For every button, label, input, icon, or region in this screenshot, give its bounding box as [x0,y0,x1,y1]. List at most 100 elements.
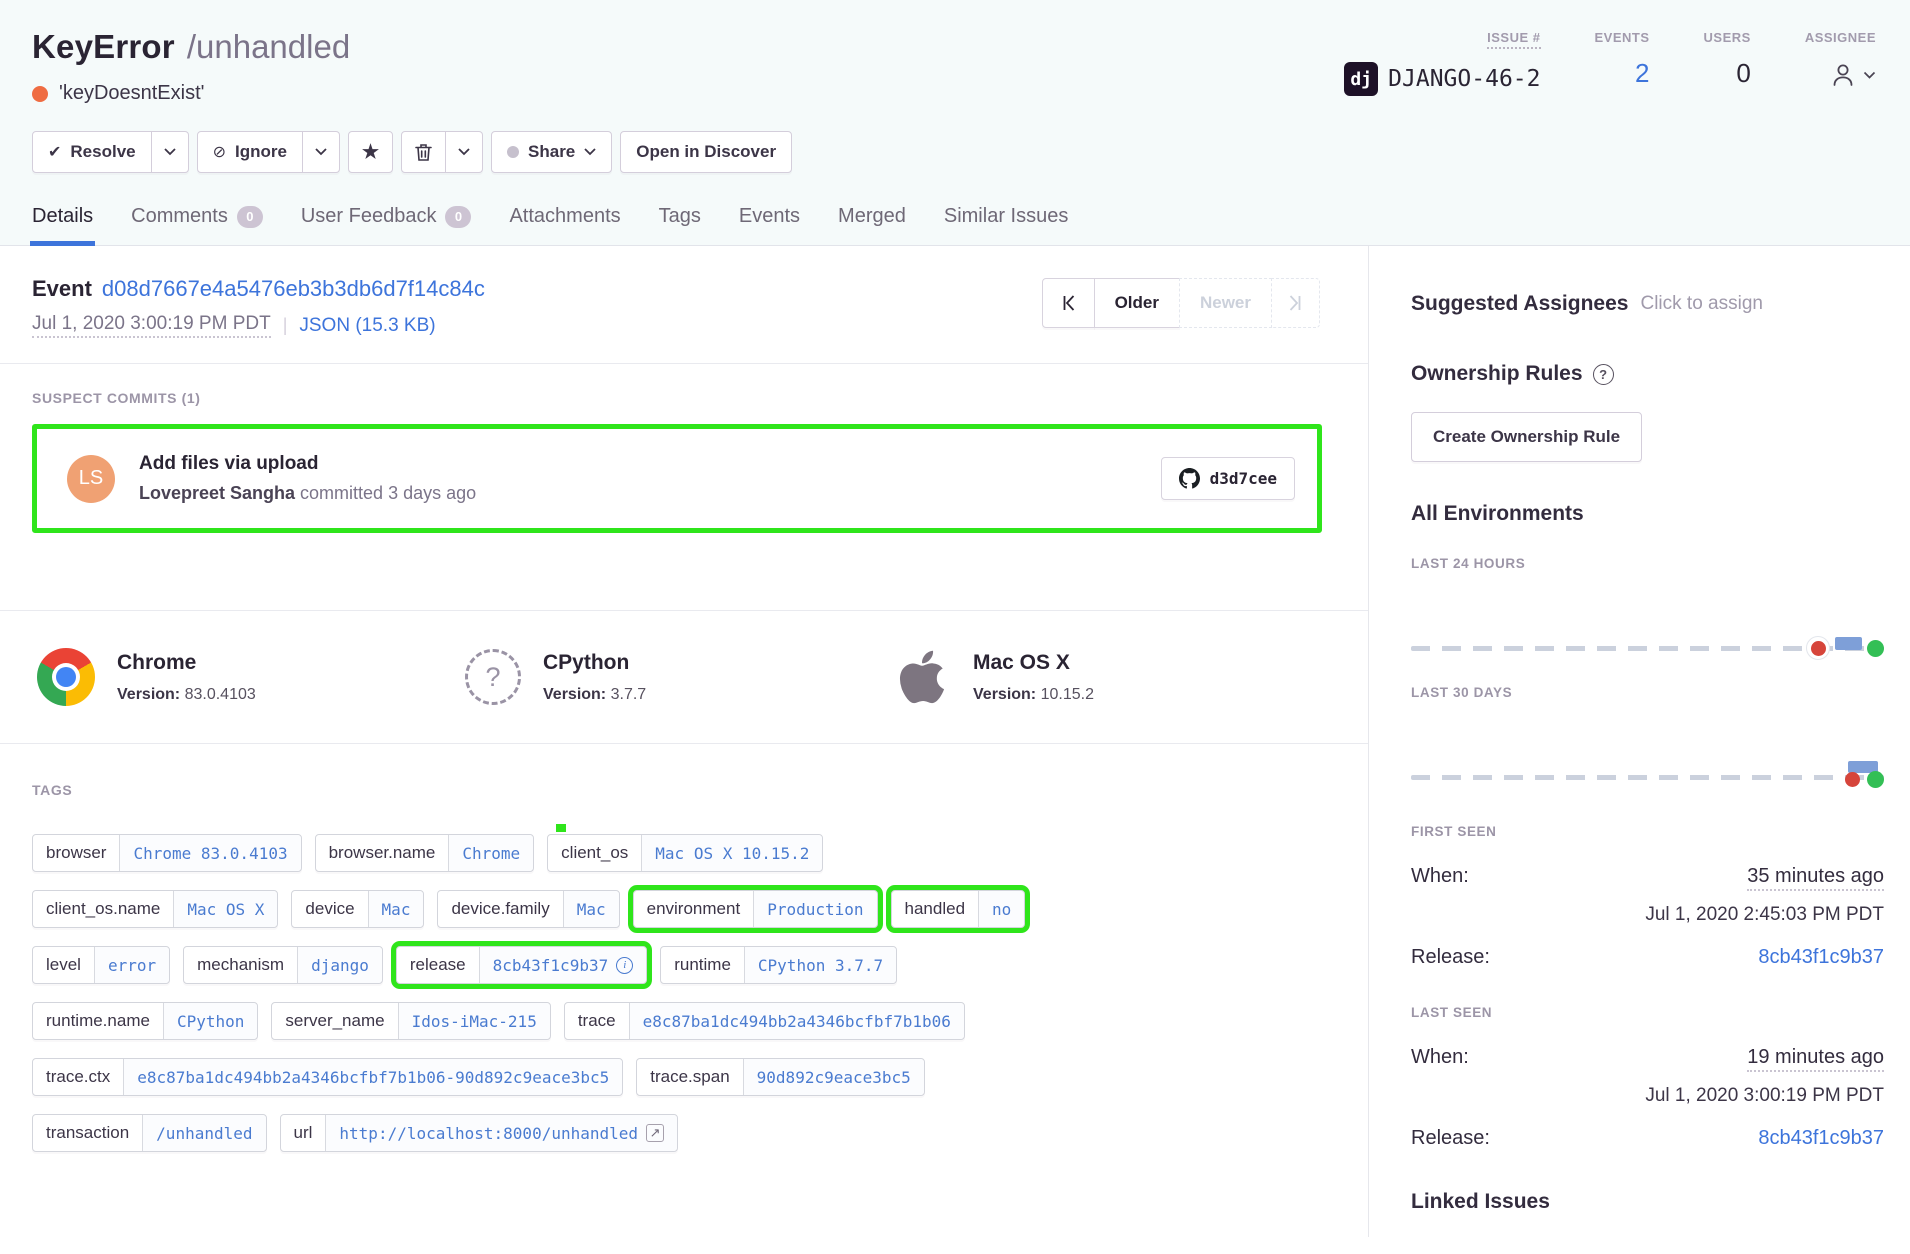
open-in-discover-button[interactable]: Open in Discover [620,131,792,173]
skip-to-latest-button[interactable] [1271,278,1320,328]
last-30-days-sparkline[interactable] [1411,708,1884,788]
external-link-icon[interactable]: ↗ [646,1124,664,1142]
tab-user-feedback[interactable]: User Feedback 0 [301,205,472,245]
tag-browser: browser Chrome 83.0.4103 [32,834,302,872]
context-name: CPython [543,651,646,675]
tab-similar-issues[interactable]: Similar Issues [944,205,1068,245]
tag-device: device Mac [291,890,424,928]
release-marker-green-dot [1867,640,1884,657]
tab-attachments[interactable]: Attachments [509,205,620,245]
users-count[interactable]: 0 [1736,58,1750,89]
stat-assignee: ASSIGNEE [1805,30,1876,96]
tag-client-os-name: client_os.name Mac OS X [32,890,278,928]
tab-merged[interactable]: Merged [838,205,906,245]
tag-client-os: client_os Mac OS X 10.15.2 [547,834,823,872]
delete-dropdown-button[interactable] [446,131,483,173]
trash-icon [415,143,432,162]
last-24-hours-label: LAST 24 HOURS [1411,556,1884,571]
tags-section: TAGS browser Chrome 83.0.4103 browser.na… [0,744,1368,1152]
chevron-down-icon [164,148,176,156]
tag-trace-ctx: trace.ctx e8c87ba1dc494bb2a4346bcfbf7b1b… [32,1058,623,1096]
context-name: Chrome [117,651,256,675]
context-version: 10.15.2 [1041,686,1094,703]
context-version: 3.7.7 [611,686,647,703]
tag-browser-name: browser.name Chrome [315,834,535,872]
oldest-event-button[interactable] [1042,278,1095,328]
issue-tabs: Details Comments 0 User Feedback 0 Attac… [32,205,1878,245]
person-icon [1829,61,1857,89]
last-seen-when-row: When: 19 minutes ago [1411,1046,1884,1072]
first-seen-release-row: Release: 8cb43f1c9b37 [1411,946,1884,969]
events-count[interactable]: 2 [1635,58,1649,89]
separator: | [283,315,288,336]
avatar: LS [67,455,115,503]
apple-icon [893,647,951,707]
event-id-link[interactable]: d08d7667e4a5476eb3b3db6d7f14c84c [102,276,485,302]
tag-url: url http://localhost:8000/unhandled↗ [280,1114,679,1152]
newer-event-button[interactable]: Newer [1179,278,1272,328]
comments-count-badge: 0 [237,206,263,228]
first-seen-relative-time[interactable]: 35 minutes ago [1747,865,1884,891]
linked-issues-heading: Linked Issues [1411,1190,1884,1214]
github-icon [1179,468,1200,489]
share-button[interactable]: Share [491,131,612,173]
bookmark-star-button[interactable]: ★ [348,131,393,173]
last-30-days-label: LAST 30 DAYS [1411,685,1884,700]
tag-mechanism: mechanism django [183,946,383,984]
event-json-link[interactable]: JSON (15.3 KB) [299,315,435,337]
tag-trace-span: trace.span 90d892c9eace3bc5 [636,1058,925,1096]
issue-message: 'keyDoesntExist' [59,82,204,105]
resolve-dropdown-button[interactable] [152,131,189,173]
last-seen-release-link[interactable]: 8cb43f1c9b37 [1758,1127,1884,1150]
info-icon[interactable]: i [616,957,633,974]
last-seen-label: LAST SEEN [1411,1005,1884,1020]
assignee-dropdown[interactable] [1829,58,1876,89]
user-feedback-count-badge: 0 [445,206,471,228]
annotation-highlight-box: LS Add files via upload Lovepreet Sangha… [32,424,1322,533]
ignore-dropdown-button[interactable] [303,131,340,173]
check-icon: ✔ [48,142,61,162]
last-seen-release-row: Release: 8cb43f1c9b37 [1411,1127,1884,1150]
tab-details[interactable]: Details [32,205,93,245]
issue-type: KeyError [32,28,175,66]
ignore-button[interactable]: ⊘ Ignore [197,131,303,173]
first-seen-release-link[interactable]: 8cb43f1c9b37 [1758,946,1884,969]
commit-sha-button[interactable]: d3d7cee [1161,457,1295,500]
help-question-icon[interactable]: ? [1593,364,1614,385]
tab-events[interactable]: Events [739,205,800,245]
create-ownership-rule-button[interactable]: Create Ownership Rule [1411,412,1642,462]
suggested-assignees-heading: Suggested Assignees Click to assign [1411,292,1884,316]
last-seen-relative-time[interactable]: 19 minutes ago [1747,1046,1884,1072]
event-timestamp[interactable]: Jul 1, 2020 3:00:19 PM PDT [32,313,271,338]
commit-row: LS Add files via upload Lovepreet Sangha… [37,429,1317,528]
tab-tags[interactable]: Tags [659,205,701,245]
issue-stats: ISSUE # dj DJANGO-46-2 EVENTS 2 USERS 0 … [1344,28,1876,96]
issue-short-id[interactable]: DJANGO-46-2 [1388,66,1540,92]
tag-trace: trace e8c87ba1dc494bb2a4346bcfbf7b1b06 [564,1002,965,1040]
event-contexts: Chrome Version: 83.0.4103 ? CPython Vers… [0,611,1368,744]
chevron-down-icon [458,148,470,156]
tag-runtime: runtime CPython 3.7.7 [660,946,897,984]
tab-comments[interactable]: Comments 0 [131,205,263,245]
resolve-button[interactable]: ✔ Resolve [32,131,152,173]
tag-release: release 8cb43f1c9b37i [396,946,647,984]
events-label: EVENTS [1595,30,1650,45]
delete-button[interactable] [401,131,446,173]
chevron-down-icon [1863,71,1876,80]
mute-icon: ⊘ [213,142,226,162]
issue-sidebar: Suggested Assignees Click to assign Owne… [1369,246,1910,1237]
last-24-hours-sparkline[interactable] [1411,579,1884,659]
project-platform-icon: dj [1344,62,1378,96]
tag-level: level error [32,946,170,984]
issue-details-page: KeyError /unhandled 'keyDoesntExist' ISS… [0,0,1910,1254]
commit-time: committed 3 days ago [295,483,476,503]
issue-title-line: KeyError /unhandled [32,28,350,66]
stat-issue-number: ISSUE # dj DJANGO-46-2 [1344,30,1540,96]
skip-to-first-icon [1059,294,1078,312]
chrome-icon [37,648,95,706]
older-event-button[interactable]: Older [1094,278,1180,328]
share-status-dot [507,146,519,158]
last-seen-absolute-time: Jul 1, 2020 3:00:19 PM PDT [1411,1085,1884,1107]
assignee-label: ASSIGNEE [1805,30,1876,45]
stat-users: USERS 0 [1704,30,1751,96]
